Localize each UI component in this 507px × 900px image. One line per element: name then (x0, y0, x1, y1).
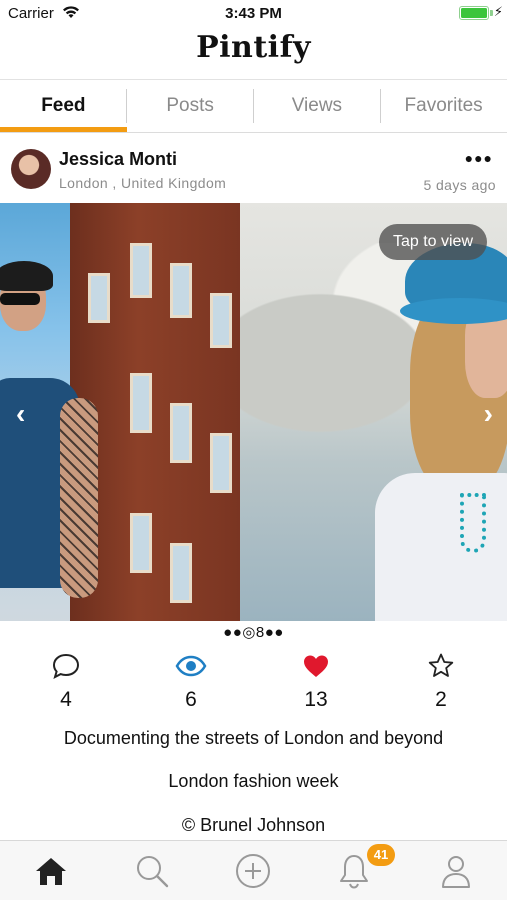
author-location: London , United Kingdom (59, 175, 227, 191)
post-actions: 4 6 13 2 (0, 652, 507, 722)
clock: 3:43 PM (225, 5, 282, 22)
tab-separator (380, 89, 381, 123)
photo-person-left (0, 261, 110, 621)
views-count: 6 (185, 688, 197, 711)
comments-button[interactable]: 4 (36, 652, 96, 712)
comments-count: 4 (60, 688, 72, 711)
tab-feed[interactable]: Feed (0, 80, 127, 132)
star-icon (411, 652, 471, 680)
favorites-button[interactable]: 2 (411, 652, 471, 712)
chevron-left-icon[interactable]: ‹ (16, 398, 25, 430)
photo-window (130, 513, 152, 573)
post-caption: Documenting the streets of London and be… (63, 728, 444, 748)
photo-necklace (460, 493, 486, 553)
app-title: Pintify (196, 30, 311, 65)
photo-window (130, 243, 152, 298)
carousel-pager: ●●◎8●● (223, 624, 284, 641)
photo-window (170, 403, 192, 463)
views-button[interactable]: 6 (161, 652, 221, 712)
photo-credit: © Brunel Johnson (181, 815, 326, 835)
photo-left (0, 203, 240, 621)
photo-sunglasses (0, 293, 40, 305)
more-options-button[interactable]: ●●● (465, 150, 493, 166)
tab-separator (253, 89, 254, 123)
photo-window (210, 293, 232, 348)
comment-icon (36, 652, 96, 680)
eye-icon (161, 652, 221, 680)
photo-right (240, 203, 507, 621)
likes-count: 13 (304, 688, 328, 711)
heart-icon (286, 652, 346, 680)
photo-window (130, 373, 152, 433)
battery-icon (459, 6, 489, 20)
tab-views[interactable]: Views (254, 80, 381, 132)
bottom-tab-bar (0, 840, 507, 900)
active-tab-indicator (0, 127, 127, 132)
tab-separator (126, 89, 127, 123)
status-bar: Carrier 3:43 PM ⚡ (0, 0, 507, 28)
tab-posts[interactable]: Posts (127, 80, 254, 132)
notification-badge: 41 (367, 844, 395, 866)
favorites-count: 2 (435, 688, 447, 711)
profile-icon[interactable] (436, 851, 476, 891)
photo-tattoo-arm (60, 398, 98, 598)
photo-window (170, 263, 192, 318)
post-subcaption: London fashion week (168, 771, 339, 791)
battery-level (461, 8, 487, 18)
author-name[interactable]: Jessica Monti (59, 149, 177, 170)
photo-window (170, 543, 192, 603)
battery-cap (490, 10, 493, 16)
author-avatar[interactable] (11, 149, 51, 189)
add-icon[interactable] (233, 851, 273, 891)
chevron-right-icon[interactable]: › (484, 398, 493, 430)
tap-to-view-button[interactable]: Tap to view (378, 224, 487, 260)
photo-hat-brim (400, 298, 507, 324)
post-photo-carousel[interactable]: Tap to view ‹ › (0, 203, 507, 621)
photo-dress (375, 473, 507, 621)
photo-hair (0, 261, 53, 291)
home-icon[interactable] (31, 851, 71, 891)
search-icon[interactable] (132, 851, 172, 891)
likes-button[interactable]: 13 (286, 652, 346, 712)
photo-window (210, 433, 232, 493)
post-date: 5 days ago (423, 177, 496, 193)
charging-icon: ⚡ (493, 4, 503, 19)
tab-favorites[interactable]: Favorites (380, 80, 507, 132)
